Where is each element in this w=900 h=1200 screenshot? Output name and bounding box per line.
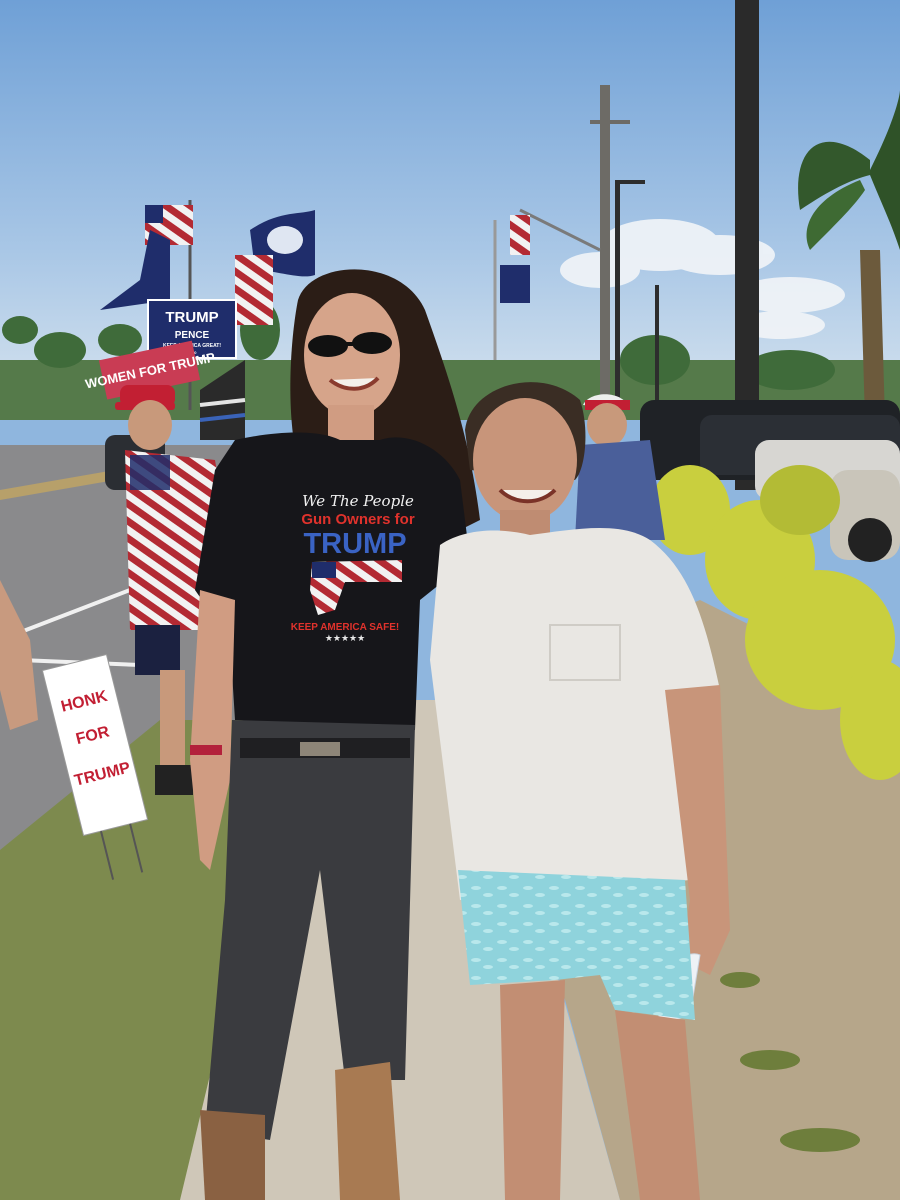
trump-pence-top: TRUMP: [165, 309, 218, 326]
navy-flag-3: [500, 265, 530, 303]
shirt-line3: TRUMP: [303, 528, 406, 560]
right-boot: [335, 1062, 400, 1200]
trump-pence-bottom: PENCE: [175, 330, 210, 341]
scene-svg: TRUMP PENCE KEEP AMERICA GREAT! 2020 WOM…: [0, 0, 900, 1200]
shirt-line4: KEEP AMERICA SAFE!: [291, 622, 400, 633]
shirt-line2: Gun Owners for: [301, 511, 415, 528]
photo-scene: TRUMP PENCE KEEP AMERICA GREAT! 2020 WOM…: [0, 0, 900, 1200]
shirt-stars: ★★★★★: [325, 633, 365, 643]
us-flag-2: [235, 255, 273, 325]
shirt-line1: We The People: [302, 492, 414, 510]
left-boot: [200, 1110, 265, 1200]
